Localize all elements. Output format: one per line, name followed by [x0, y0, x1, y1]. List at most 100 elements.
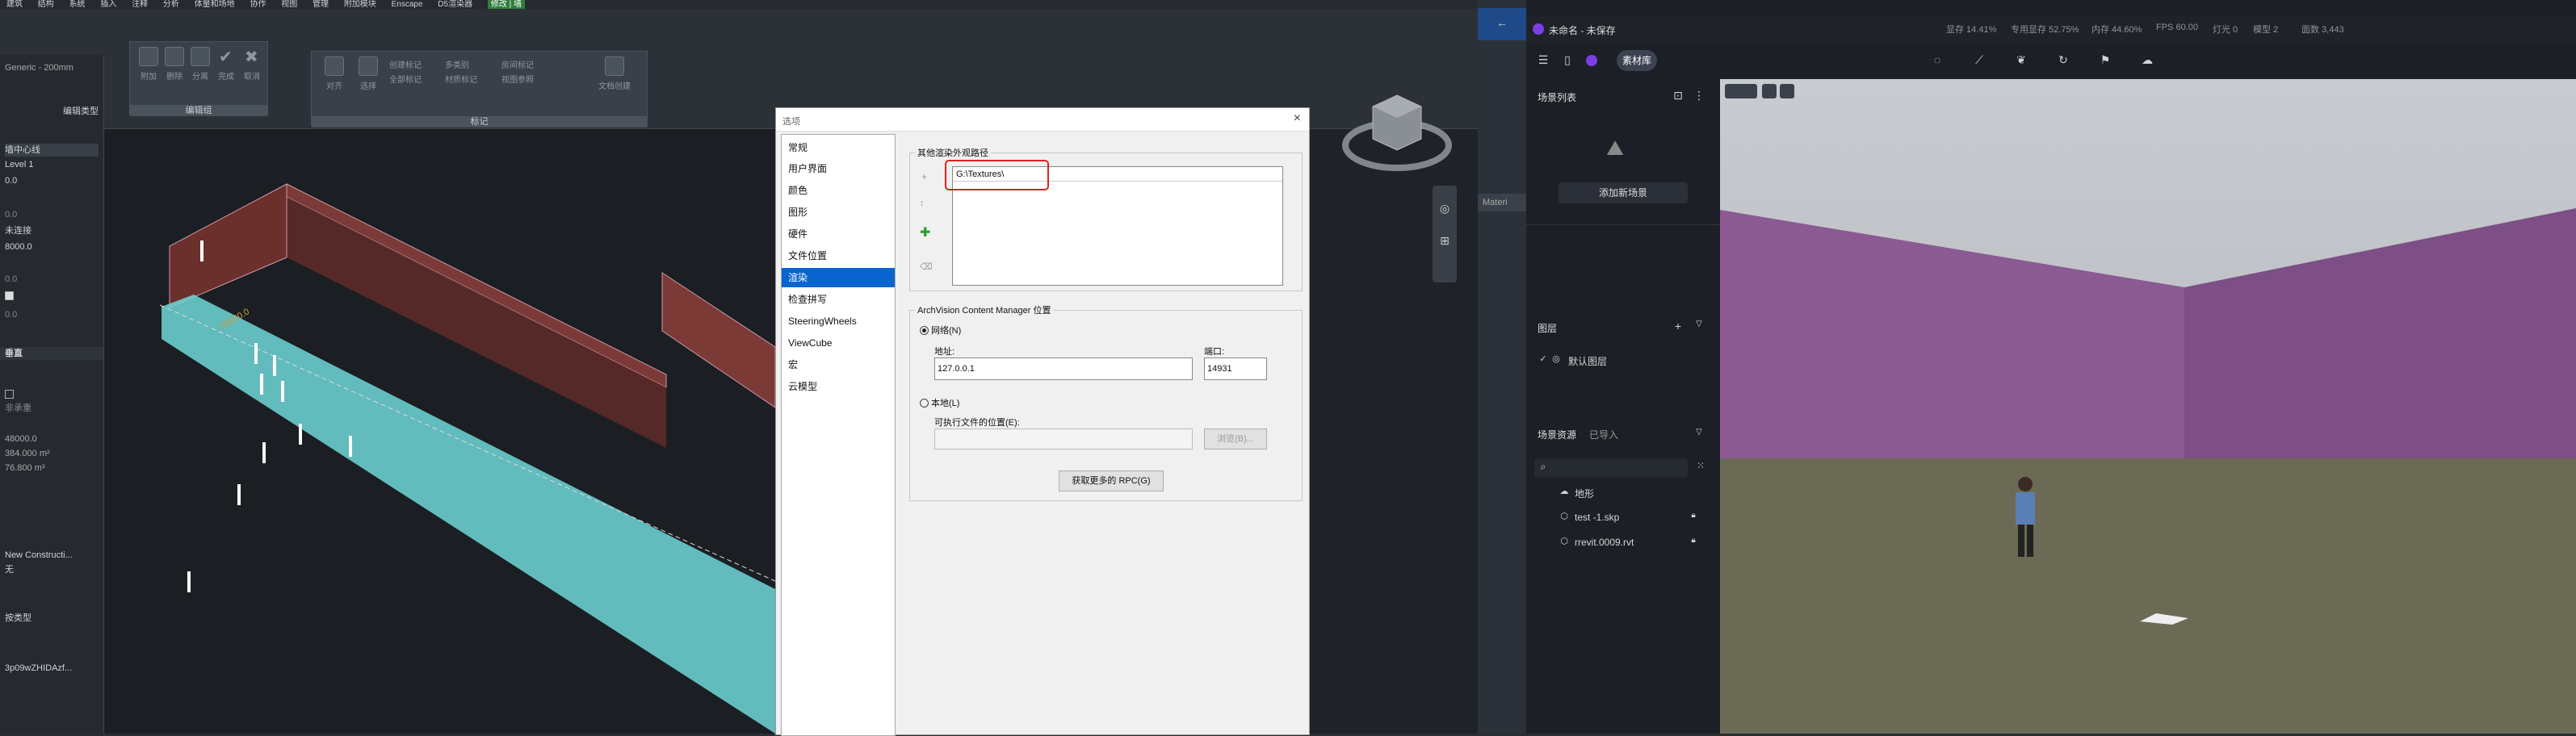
lock-icon[interactable]: 🔒︎ [1688, 536, 1699, 545]
camera-tool-icon[interactable] [1725, 84, 1757, 98]
type-name[interactable]: Generic - 200mm [5, 61, 99, 74]
tag-marker[interactable] [260, 374, 263, 395]
room-bounding[interactable] [5, 289, 99, 302]
plus-icon[interactable]: ✚ [920, 224, 930, 240]
menu-view[interactable]: 视图 [281, 0, 297, 9]
edit-type-button[interactable]: 编辑类型 [5, 105, 99, 118]
nav-spelling[interactable]: 检查拼写 [782, 290, 895, 309]
viewcube[interactable] [1340, 81, 1454, 178]
nav-general[interactable]: 常规 [782, 138, 895, 157]
add-layer-icon[interactable]: + [1672, 320, 1684, 332]
tag-marker[interactable] [200, 240, 203, 261]
weather-icon[interactable]: ☁ [2140, 53, 2154, 67]
add-path-icon[interactable]: + [921, 171, 927, 182]
flag-icon[interactable]: ⚑ [2098, 53, 2112, 67]
menu-architecture[interactable]: 建筑 [6, 0, 23, 9]
revit-3d-viewport[interactable]: 38000.0 [105, 129, 775, 734]
menu-manage[interactable]: 管理 [313, 0, 329, 9]
close-icon[interactable]: × [1294, 111, 1301, 126]
asset-search-input[interactable]: ⌕ [1534, 458, 1688, 478]
eye-icon[interactable]: ◎ [1550, 353, 1562, 364]
steering-wheel-icon[interactable]: ◎ [1437, 202, 1452, 215]
location-line[interactable]: 墙中心线 [5, 144, 99, 157]
top-extension[interactable]: 0.0 [5, 308, 99, 321]
menu-structure[interactable]: 结构 [38, 0, 54, 9]
phase-demolished[interactable]: 无 [5, 563, 99, 576]
d5-render-viewport[interactable] [1720, 79, 2576, 734]
add-scene-button[interactable]: 添加新场景 [1559, 182, 1688, 203]
top-constraint[interactable]: 未连接 [5, 224, 99, 237]
back-tab[interactable]: ← [1478, 8, 1526, 40]
wall-right[interactable] [661, 272, 775, 408]
tag-marker[interactable] [273, 355, 276, 376]
section-structure[interactable]: 垂直 [0, 347, 103, 360]
nav-macros[interactable]: 宏 [782, 355, 895, 374]
exe-location-input[interactable] [934, 429, 1193, 450]
menu-systems[interactable]: 系统 [69, 0, 86, 9]
tag-marker[interactable] [299, 424, 302, 445]
menu-d5[interactable]: D5渲染器 [438, 0, 472, 9]
tag-marker[interactable] [187, 571, 191, 592]
unconnected-height[interactable]: 8000.0 [5, 240, 99, 253]
d5-orb-icon[interactable] [1586, 55, 1597, 66]
light-icon[interactable]: ◌ [1930, 53, 1945, 66]
nav-hardware[interactable]: 硬件 [782, 224, 895, 244]
menu-addins[interactable]: 附加模块 [344, 0, 376, 9]
asset-rvt[interactable]: rrevit.0009.rvt [1575, 537, 1634, 548]
menu-insert[interactable]: 插入 [100, 0, 116, 9]
nav-viewcube[interactable]: ViewCube [782, 333, 895, 353]
tag-marker[interactable] [237, 484, 241, 505]
check-icon[interactable]: ✓ [1538, 353, 1549, 364]
refresh-icon[interactable]: ↻ [2056, 53, 2070, 67]
globe-icon[interactable] [1762, 84, 1777, 98]
nav-steeringwheels[interactable]: SteeringWheels [782, 312, 895, 331]
menu-annotate[interactable]: 注释 [132, 0, 148, 9]
measure-icon[interactable] [1780, 84, 1794, 98]
imported-tab[interactable]: 已导入 [1589, 428, 1618, 441]
menu-modify-wall[interactable]: 修改 | 墙 [487, 0, 526, 9]
local-radio-dot[interactable] [920, 398, 929, 408]
scene-assets-tab[interactable]: 场景资源 [1538, 428, 1576, 441]
network-radio[interactable]: 网络(N) [920, 324, 961, 337]
network-radio-dot[interactable] [920, 325, 929, 335]
structural-usage[interactable]: 非承重 [5, 402, 99, 415]
scene-more-icon[interactable]: ⋮ [1693, 89, 1705, 102]
address-input[interactable]: 127.0.0.1 [934, 358, 1193, 380]
base-offset[interactable]: 0.0 [5, 174, 99, 187]
material-library-button[interactable]: 素材库 [1617, 50, 1657, 71]
path-icon[interactable]: ⟋ [1972, 53, 1987, 67]
phase-created[interactable]: New Constructi... [5, 549, 99, 562]
browse-button[interactable]: 浏览(B)... [1204, 429, 1267, 450]
nav-rendering[interactable]: 渲染 [782, 268, 895, 287]
zoom-icon[interactable]: ⊞ [1437, 234, 1452, 248]
menu-enscape[interactable]: Enscape [392, 0, 423, 9]
file-icon[interactable]: ▯ [1560, 53, 1575, 67]
port-input[interactable]: 14931 [1204, 358, 1267, 380]
get-more-rpc-button[interactable]: 获取更多的 RPC(G) [1059, 470, 1164, 491]
materials-tab[interactable]: Materi [1478, 194, 1526, 211]
menu-analyze[interactable]: 分析 [163, 0, 179, 9]
nav-cloud-models[interactable]: 云模型 [782, 377, 895, 396]
tag-marker[interactable] [262, 442, 266, 463]
tag-marker[interactable] [254, 343, 258, 364]
asset-skp[interactable]: test -1.skp [1575, 512, 1619, 523]
nav-colors[interactable]: 颜色 [782, 181, 895, 200]
move-path-icon[interactable]: ↕ [920, 199, 925, 208]
selected-wall[interactable] [162, 295, 775, 734]
nav-file-locations[interactable]: 文件位置 [782, 246, 895, 266]
leaf-icon[interactable]: ❦ [2014, 53, 2028, 67]
navigation-bar[interactable]: ◎ ⊞ [1433, 186, 1457, 282]
structural-checkbox[interactable] [5, 389, 14, 399]
assets-collapse-icon[interactable]: ▽ [1693, 428, 1705, 437]
top-offset[interactable]: 0.0 [5, 273, 99, 286]
nav-graphics[interactable]: 图形 [782, 203, 895, 222]
layers-collapse-icon[interactable]: ▽ [1693, 320, 1705, 328]
menu-icon[interactable]: ☰ [1536, 53, 1550, 67]
wall-left[interactable] [169, 183, 287, 308]
room-bounding-checkbox[interactable] [5, 291, 14, 300]
structural-checkbox-row[interactable] [5, 387, 99, 400]
default-layer[interactable]: 默认图层 [1568, 354, 1607, 368]
lock-icon[interactable]: 🔒︎ [1688, 511, 1699, 520]
local-radio[interactable]: 本地(L) [920, 396, 959, 409]
menu-collaborate[interactable]: 协作 [250, 0, 266, 9]
